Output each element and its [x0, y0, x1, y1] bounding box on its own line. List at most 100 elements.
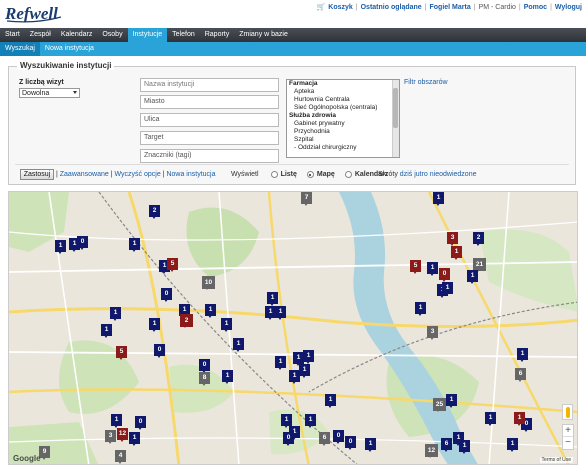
map-marker[interactable]: 0 — [283, 432, 294, 446]
map-marker[interactable]: 6 — [441, 438, 452, 452]
user-link[interactable]: Fogiel Marta — [430, 4, 471, 11]
subnav-search[interactable]: Wyszukaj — [0, 42, 40, 56]
map-marker[interactable]: 12 — [117, 428, 128, 442]
map-marker[interactable]: 1 — [451, 246, 462, 260]
map-marker[interactable]: 1 — [459, 440, 470, 454]
map-marker[interactable]: 1 — [514, 412, 525, 426]
listbox-option[interactable]: Przychodnia — [287, 128, 399, 136]
map-marker[interactable]: 12 — [425, 444, 438, 458]
zoom-in-button[interactable]: + — [563, 425, 573, 437]
recent-link[interactable]: Ostatnio oglądane — [361, 4, 422, 11]
map-marker[interactable]: 0 — [135, 416, 146, 430]
nav-team[interactable]: Zespół — [25, 28, 56, 42]
map-marker[interactable]: 1 — [275, 306, 286, 320]
map-marker[interactable]: 1 — [281, 414, 292, 428]
listbox-option[interactable]: Farmacja — [287, 80, 399, 88]
street-view-pegman[interactable] — [562, 404, 573, 420]
map-marker[interactable]: 2 — [473, 232, 484, 246]
map-marker[interactable]: 1 — [221, 318, 232, 332]
map-marker[interactable]: 1 — [275, 356, 286, 370]
view-list-label[interactable]: Listę — [281, 171, 297, 178]
map-marker[interactable]: 0 — [77, 236, 88, 250]
listbox-option[interactable]: Sieć Ogólnopolska (centrala) — [287, 104, 399, 112]
map-marker[interactable]: 1 — [110, 307, 121, 321]
nav-people[interactable]: Osoby — [97, 28, 127, 42]
nav-reports[interactable]: Raporty — [200, 28, 235, 42]
institution-type-listbox[interactable]: Farmacja Apteka Hurtownia Centrala Sieć … — [286, 79, 400, 158]
map-marker[interactable]: 0 — [199, 359, 210, 373]
map-marker[interactable]: 1 — [111, 414, 122, 428]
map-marker[interactable]: 0 — [333, 430, 344, 444]
map-marker[interactable]: 1 — [507, 438, 518, 452]
nav-start[interactable]: Start — [0, 28, 25, 42]
street-input[interactable]: Ulica — [140, 113, 279, 127]
map-marker[interactable]: 0 — [154, 344, 165, 358]
help-link[interactable]: Pomoc — [524, 4, 547, 11]
city-input[interactable]: Miasto — [140, 95, 279, 109]
view-list-radio[interactable] — [270, 171, 278, 178]
clear-options-link[interactable]: Wyczyść opcje — [115, 171, 161, 178]
nav-institutions[interactable]: Instytucje — [127, 28, 168, 42]
map-marker[interactable]: 4 — [115, 450, 126, 464]
map-marker[interactable]: 1 — [305, 414, 316, 428]
terms-link[interactable]: Terms of Use — [539, 457, 573, 463]
view-map-radio[interactable] — [306, 171, 314, 178]
map-marker[interactable]: 8 — [199, 372, 210, 386]
map-marker[interactable]: 1 — [325, 394, 336, 408]
shortcut-tomorrow[interactable]: jutro — [414, 171, 428, 178]
nav-db-changes[interactable]: Zmiany w bazie — [234, 28, 293, 42]
map-marker[interactable]: 0 — [345, 436, 356, 450]
map-marker[interactable]: 3 — [427, 326, 438, 340]
map-marker[interactable]: 1 — [233, 338, 244, 352]
map-marker[interactable]: 7 — [301, 192, 312, 206]
map-marker[interactable]: 1 — [467, 270, 478, 284]
target-input[interactable]: Target — [140, 131, 279, 145]
map-marker[interactable]: 1 — [427, 262, 438, 276]
institutions-map[interactable]: 1 1 2 1 0 1 1 5 7 10 0 1 1 2 1 1 1 1 1 1… — [8, 191, 578, 465]
map-marker[interactable]: 1 — [517, 348, 528, 362]
view-calendar-radio[interactable] — [344, 171, 352, 178]
map-marker[interactable]: 1 — [205, 304, 216, 318]
listbox-option[interactable]: Służba zdrowia — [287, 112, 399, 120]
zoom-out-button[interactable]: − — [563, 437, 573, 449]
cart-link[interactable]: Koszyk — [328, 4, 353, 11]
advanced-link[interactable]: Zaawansowane — [60, 171, 109, 178]
map-marker[interactable]: 3 — [105, 430, 116, 444]
map-marker[interactable]: 1 — [101, 324, 112, 338]
subnav-new-institution[interactable]: Nowa instytucja — [40, 42, 99, 56]
new-institution-link[interactable]: Nowa instytucja — [166, 171, 215, 178]
map-marker[interactable]: 0 — [161, 288, 172, 302]
listbox-option[interactable]: - Oddział chirurgiczny — [287, 144, 399, 152]
scrollbar-thumb[interactable] — [393, 88, 398, 128]
map-marker[interactable]: 1 — [222, 370, 233, 384]
listbox-option[interactable]: Szpital — [287, 136, 399, 144]
map-marker[interactable]: 25 — [433, 398, 446, 412]
map-marker[interactable]: 5 — [167, 258, 178, 272]
map-marker[interactable]: 1 — [433, 192, 444, 206]
refwell-logo[interactable]: Refwell — [5, 2, 63, 24]
map-marker[interactable]: 6 — [515, 368, 526, 382]
map-marker[interactable]: 2 — [149, 205, 160, 219]
map-marker[interactable]: 1 — [129, 238, 140, 252]
name-input[interactable]: Nazwa instytucji — [140, 78, 279, 92]
map-marker[interactable]: 3 — [447, 232, 458, 246]
listbox-option[interactable]: Apteka — [287, 88, 399, 96]
apply-button[interactable]: Zastosuj — [20, 169, 54, 180]
listbox-scrollbar[interactable] — [392, 80, 399, 157]
map-marker[interactable]: 1 — [485, 412, 496, 426]
tags-input[interactable]: Znaczniki (tagi) — [140, 149, 279, 163]
map-marker[interactable]: 0 — [439, 268, 450, 282]
map-marker[interactable]: 10 — [202, 276, 215, 290]
nav-phone[interactable]: Telefon — [167, 28, 200, 42]
nav-calendar[interactable]: Kalendarz — [56, 28, 98, 42]
map-marker[interactable]: 2 — [180, 314, 193, 328]
map-marker[interactable]: 1 — [442, 282, 453, 296]
logout-link[interactable]: Wyloguj — [555, 4, 582, 11]
map-marker[interactable]: 1 — [267, 292, 278, 306]
area-filter-link[interactable]: Filtr obszarów — [404, 79, 448, 86]
listbox-option[interactable]: Hurtownia Centrala — [287, 96, 399, 104]
map-marker[interactable]: 5 — [116, 346, 127, 360]
map-marker[interactable]: 1 — [289, 370, 300, 384]
shortcut-unvisited[interactable]: nieodwiedzone — [430, 171, 477, 178]
map-marker[interactable]: 1 — [55, 240, 66, 254]
